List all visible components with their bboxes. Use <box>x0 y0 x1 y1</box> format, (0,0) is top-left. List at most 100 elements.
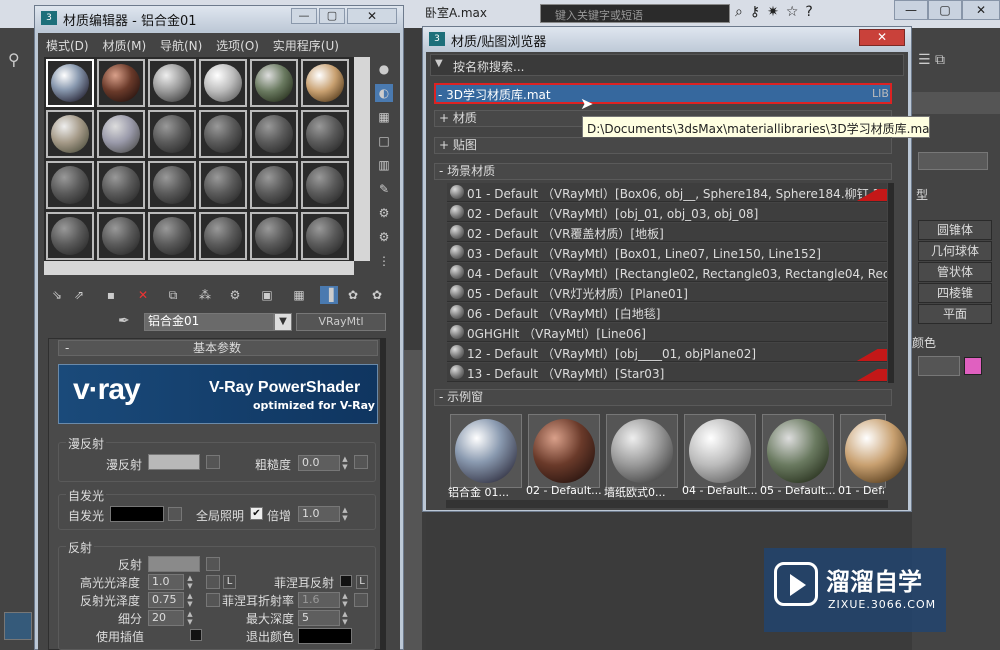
key-icon[interactable]: ⚷ <box>750 4 767 20</box>
eyedropper-icon[interactable]: ✒ <box>118 313 130 329</box>
sample-slot[interactable] <box>97 59 145 107</box>
favorite-star-icon[interactable]: ☆ <box>786 4 806 20</box>
hilight-gloss-map-button[interactable] <box>206 575 220 589</box>
object-color-swatch[interactable] <box>964 357 982 375</box>
star-tools-icon[interactable]: ✷ <box>767 4 786 20</box>
max-depth-input[interactable]: 5 <box>298 610 340 626</box>
scene-material-row[interactable]: 12 - Default （VRayMtl）[obj____01, objPla… <box>447 343 887 362</box>
background-icon[interactable]: ▦ <box>375 108 393 126</box>
sample-slot[interactable] <box>301 59 349 107</box>
sample-slot[interactable] <box>148 110 196 158</box>
menu-material[interactable]: 材质(M) <box>102 39 146 53</box>
fresnel-lock-button[interactable]: L <box>356 575 368 589</box>
refl-gloss-input[interactable]: 0.75 <box>148 592 184 608</box>
sample-slot[interactable] <box>46 161 94 209</box>
sample-slot[interactable] <box>250 110 298 158</box>
select-by-material-icon[interactable]: ⚙ <box>375 228 393 246</box>
refl-gloss-spinner[interactable]: ▲ ▼ <box>186 592 194 608</box>
plane-button[interactable]: 平面 <box>918 304 992 324</box>
rollout-scrollbar[interactable] <box>380 338 386 650</box>
gi-checkbox[interactable]: ✔ <box>250 507 263 520</box>
sample-slot[interactable] <box>148 212 196 260</box>
scene-material-row[interactable]: 06 - Default （VRayMtl）[白地毯] <box>447 303 887 322</box>
put-to-scene-icon[interactable]: ⇗ <box>70 286 88 304</box>
sample-type-icon[interactable]: ● <box>375 60 393 78</box>
hilight-gloss-input[interactable]: 1.0 <box>148 574 184 590</box>
scene-list-scrollbar[interactable] <box>888 183 894 383</box>
help-icon[interactable]: ? <box>805 4 819 20</box>
material-name-field[interactable]: 铝合金01 <box>144 313 274 331</box>
scene-material-row[interactable]: 02 - Default （VRayMtl）[obj_01, obj_03, o… <box>447 203 887 222</box>
reflect-color-swatch[interactable] <box>148 556 200 572</box>
menu-utilities[interactable]: 实用程序(U) <box>273 39 339 53</box>
scene-materials-section[interactable]: - 场景材质 <box>434 163 892 180</box>
selfillum-map-button[interactable] <box>168 507 182 521</box>
hilight-lock-button[interactable]: L <box>223 575 236 589</box>
slot-vertical-scrollbar[interactable] <box>354 57 370 261</box>
scene-material-row[interactable]: 02 - Default （VR覆盖材质）[地板] <box>447 223 887 242</box>
sample-slot[interactable] <box>46 59 94 107</box>
browser-close-button[interactable]: ✕ <box>859 29 905 46</box>
selfillum-color-swatch[interactable] <box>110 506 164 522</box>
go-to-parent-icon[interactable]: ✿ <box>344 286 362 304</box>
roughness-spinner[interactable]: ▲ ▼ <box>341 455 349 471</box>
diffuse-map-button[interactable] <box>206 455 220 469</box>
sample-slot[interactable] <box>250 59 298 107</box>
me-minimize-button[interactable]: — <box>291 8 317 24</box>
sample-slot[interactable] <box>148 59 196 107</box>
max-minimize-button[interactable]: — <box>894 0 928 20</box>
make-copy-icon[interactable]: ⧉ <box>164 286 182 304</box>
max-restore-button[interactable]: ▢ <box>928 0 962 20</box>
sample-thumbnail[interactable] <box>606 414 678 488</box>
sample-thumbnail[interactable] <box>762 414 834 488</box>
diffuse-color-swatch[interactable] <box>148 454 200 470</box>
reflect-map-button[interactable] <box>206 557 220 571</box>
fresnel-checkbox[interactable] <box>340 575 352 587</box>
browser-search-bar[interactable]: ▼ 按名称搜索... <box>430 54 904 76</box>
backlight-icon[interactable]: ◐ <box>375 84 393 102</box>
go-forward-icon[interactable]: ✿ <box>368 286 386 304</box>
sample-thumbnail[interactable] <box>840 414 907 488</box>
scene-material-row[interactable]: 03 - Default （VRayMtl）[Box01, Line07, Li… <box>447 243 887 262</box>
samples-scrollbar[interactable] <box>446 500 888 508</box>
roughness-input[interactable]: 0.0 <box>298 455 340 471</box>
max-depth-spinner[interactable]: ▲ ▼ <box>341 610 349 626</box>
show-end-result-icon[interactable]: ▐ <box>320 286 338 304</box>
menu-navigation[interactable]: 导航(N) <box>160 39 202 53</box>
video-color-icon[interactable]: ▥ <box>375 156 393 174</box>
max-close-button[interactable]: ✕ <box>962 0 1000 20</box>
sample-slot[interactable] <box>301 161 349 209</box>
sample-slot[interactable] <box>199 212 247 260</box>
hilight-gloss-spinner[interactable]: ▲ ▼ <box>186 574 194 590</box>
put-to-library-icon[interactable]: ⚙ <box>226 286 244 304</box>
search-options-chevron-icon[interactable]: ▼ <box>435 58 443 69</box>
refl-gloss-map-button[interactable] <box>206 593 220 607</box>
cone-button[interactable]: 圆锥体 <box>918 220 992 240</box>
menu-options[interactable]: 选项(O) <box>216 39 259 53</box>
sample-slot[interactable] <box>46 212 94 260</box>
browser-titlebar[interactable]: 3 材质/贴图浏览器 <box>423 27 911 51</box>
multiplier-input[interactable]: 1.0 <box>298 506 340 522</box>
maps-section[interactable]: + 贴图 <box>434 137 892 154</box>
geosphere-button[interactable]: 几何球体 <box>918 241 992 261</box>
sample-thumbnail[interactable] <box>450 414 522 488</box>
exit-color-swatch[interactable] <box>298 628 352 644</box>
scene-material-row[interactable]: 01 - Default （VRayMtl）[Box06, obj__, Sph… <box>447 183 887 202</box>
scene-material-row[interactable]: 0GHGHlt （VRayMtl）[Line06] <box>447 323 887 342</box>
align-icon[interactable]: ☰ ⧉ <box>918 52 988 82</box>
roughness-map-button[interactable] <box>354 455 368 469</box>
sample-uv-icon[interactable]: □ <box>375 132 393 150</box>
pyramid-button[interactable]: 四棱锥 <box>918 283 992 303</box>
menu-mode[interactable]: 模式(D) <box>46 39 89 53</box>
scene-material-row[interactable]: 04 - Default （VRayMtl）[Rectangle02, Rect… <box>447 263 887 282</box>
sample-slot[interactable] <box>46 110 94 158</box>
sample-slot[interactable] <box>97 161 145 209</box>
options-icon[interactable]: ⚙ <box>375 204 393 222</box>
get-material-icon[interactable]: ⇘ <box>48 286 66 304</box>
fresnel-ior-spinner[interactable]: ▲ ▼ <box>341 592 349 608</box>
sample-slot[interactable] <box>199 59 247 107</box>
fresnel-ior-map-button[interactable] <box>354 593 368 607</box>
material-id-icon[interactable]: ▣ <box>258 286 276 304</box>
make-unique-icon[interactable]: ⁂ <box>196 286 214 304</box>
sample-slot[interactable] <box>97 212 145 260</box>
